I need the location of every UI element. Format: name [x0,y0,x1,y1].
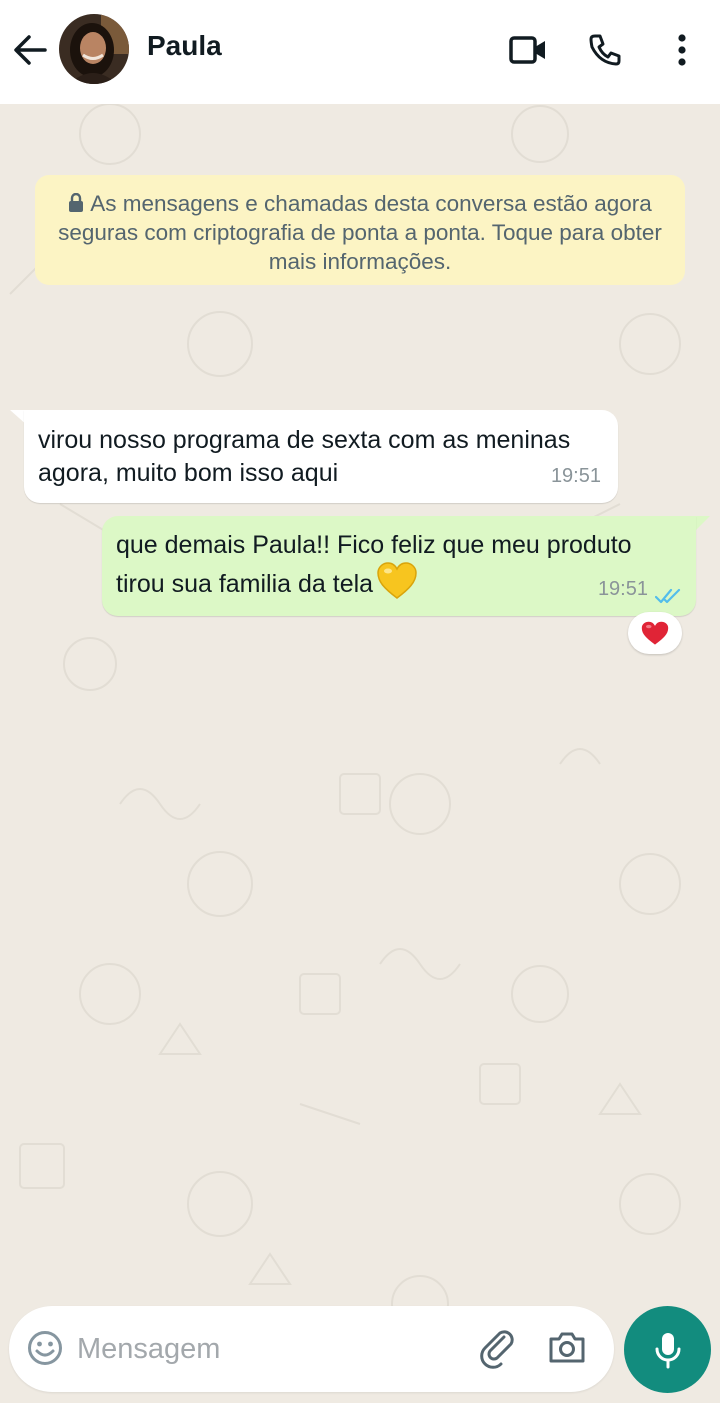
encryption-notice[interactable]: As mensagens e chamadas desta conversa e… [35,175,685,285]
read-ticks-icon [655,588,681,604]
arrow-back-icon [14,35,47,65]
emoji-button[interactable] [27,1330,67,1370]
back-button[interactable] [10,30,50,70]
more-vertical-icon [678,34,686,66]
avatar-image [59,14,129,84]
phone-icon [589,34,621,66]
outgoing-bubble-tail [694,516,710,532]
message-text: que demais Paula!! Fico feliz que meu pr… [116,531,632,598]
encryption-notice-text: As mensagens e chamadas desta conversa e… [58,191,662,274]
doodle-pattern [9,104,681,1365]
message-text: virou nosso programa de sexta com as men… [38,426,571,487]
contact-name[interactable]: Paula [147,30,222,62]
video-call-button[interactable] [506,28,550,72]
message-reaction[interactable] [628,612,682,654]
attach-button[interactable] [479,1329,521,1371]
outgoing-message[interactable]: que demais Paula!! Fico feliz que meu pr… [102,516,696,616]
red-heart-icon [641,621,669,645]
video-call-icon [509,36,545,64]
microphone-icon [655,1332,680,1368]
voice-message-button[interactable] [624,1306,711,1393]
message-composer [9,1306,614,1392]
lock-icon [69,193,84,212]
camera-button[interactable] [547,1329,589,1371]
chat-wallpaper [0,104,720,1403]
chat-header: Paula [0,0,720,104]
emoji-icon [28,1331,62,1365]
incoming-message[interactable]: virou nosso programa de sexta com as men… [24,410,618,503]
yellow-heart-emoji-icon [377,562,417,599]
paperclip-icon [480,1330,514,1369]
message-input[interactable] [77,1326,467,1372]
message-time: 19:51 [550,465,601,487]
message-time: 19:51 [597,578,648,600]
camera-icon [549,1332,585,1363]
more-options-button[interactable] [660,28,704,72]
contact-avatar[interactable] [59,14,129,84]
voice-call-button[interactable] [583,28,627,72]
